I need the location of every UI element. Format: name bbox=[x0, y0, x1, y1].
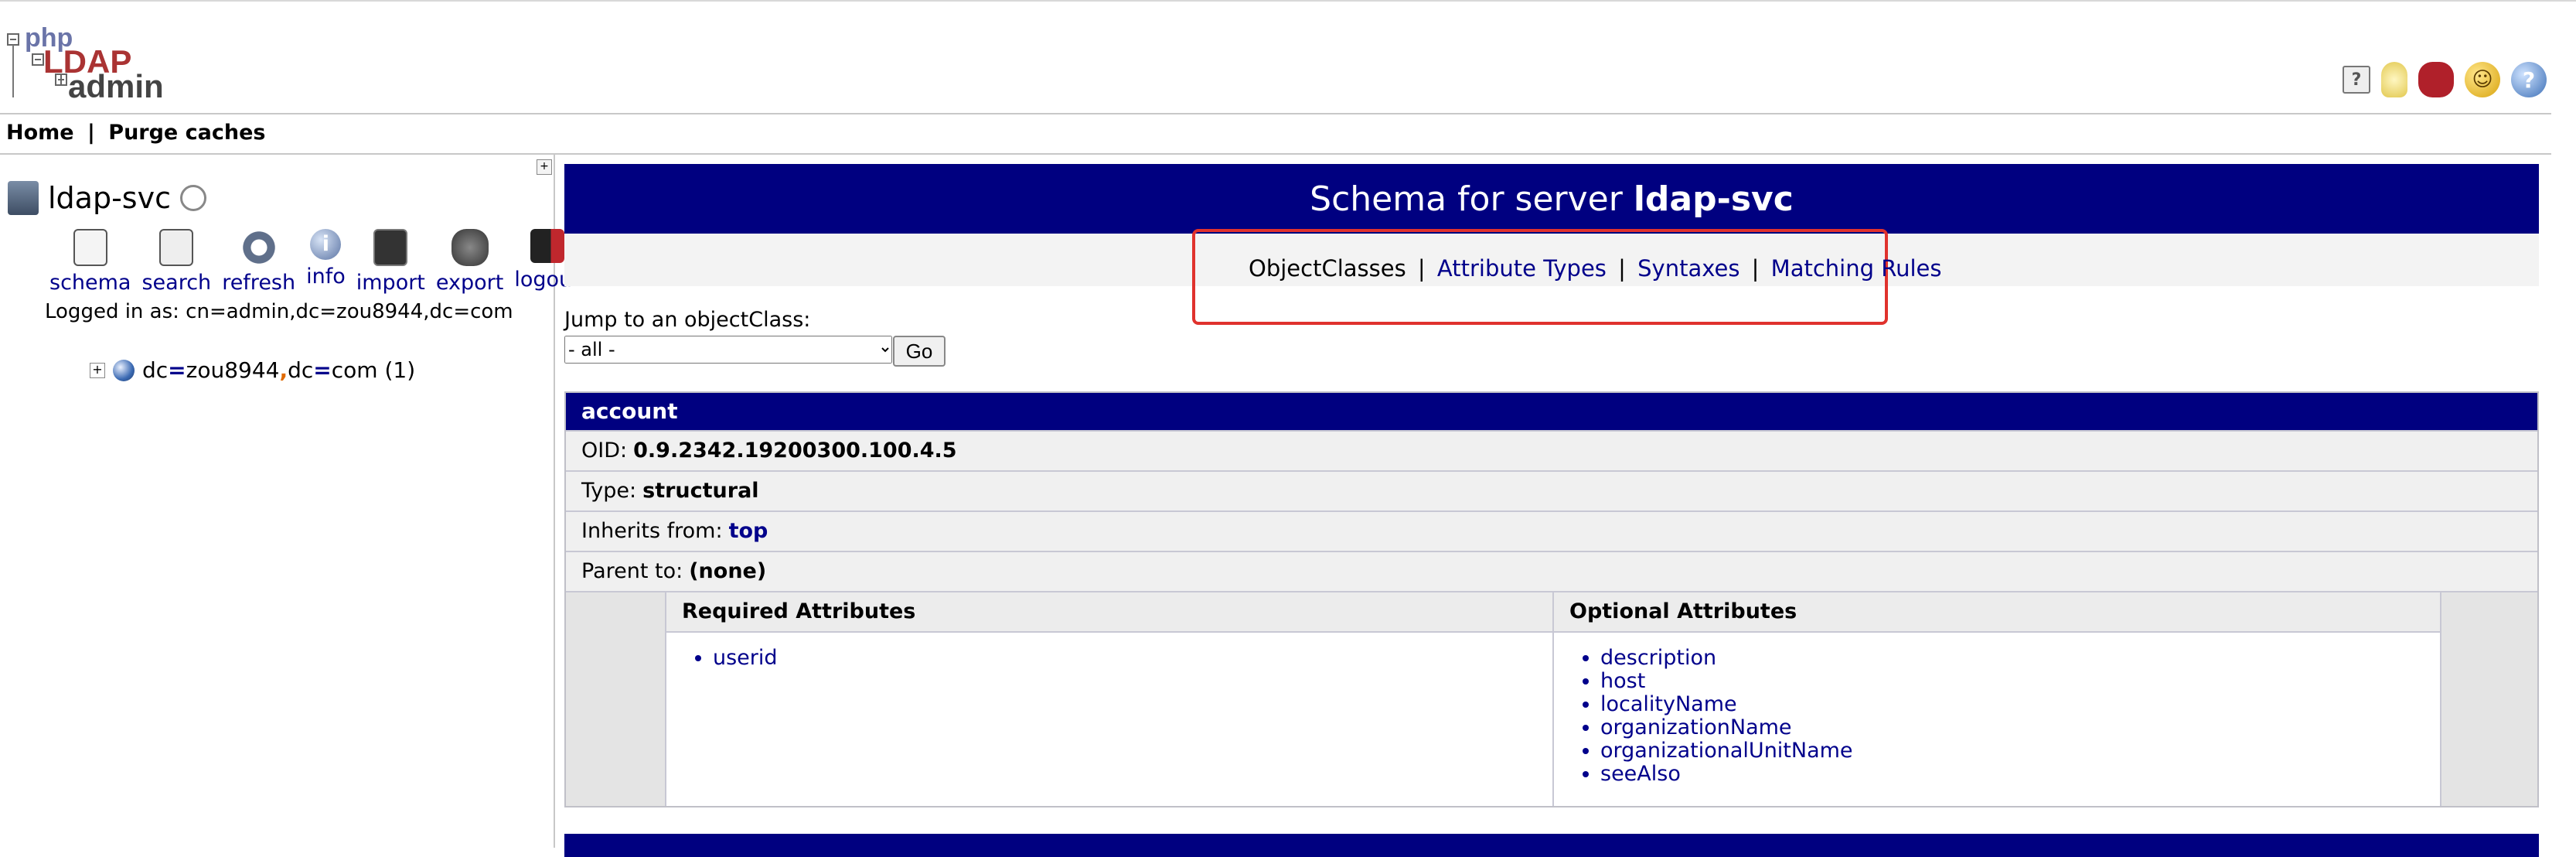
nav-sep: | bbox=[1618, 255, 1626, 282]
home-link[interactable]: Home bbox=[6, 121, 74, 145]
svg-text:admin: admin bbox=[68, 68, 164, 104]
nav-sep: | bbox=[1417, 255, 1426, 282]
optional-header: Optional Attributes bbox=[1554, 592, 2440, 633]
logged-in-as: Logged in as: cn=admin,dc=zou8944,dc=com bbox=[45, 300, 513, 323]
refresh-icon bbox=[240, 229, 278, 266]
schema-icon bbox=[73, 229, 107, 266]
parent-value: (none) bbox=[689, 559, 767, 583]
info-icon: i bbox=[310, 229, 342, 260]
optional-attribute-link[interactable]: host bbox=[1600, 670, 2440, 693]
optional-attribute-link[interactable]: description bbox=[1600, 647, 2440, 670]
type-value: structural bbox=[642, 479, 759, 503]
required-attribute-link[interactable]: userid bbox=[713, 647, 1552, 670]
export-icon bbox=[451, 229, 489, 266]
smiley-icon[interactable]: ☺ bbox=[2465, 62, 2500, 97]
required-header: Required Attributes bbox=[666, 592, 1552, 633]
nav-syntaxes[interactable]: Syntaxes bbox=[1637, 255, 1739, 282]
oid-row: OID: 0.9.2342.19200300.100.4.5 bbox=[566, 430, 2537, 470]
optional-attributes: Optional Attributes descriptionhostlocal… bbox=[1554, 592, 2441, 806]
objectclass-name: account bbox=[566, 393, 2537, 430]
optional-attribute-link[interactable]: localityName bbox=[1600, 693, 2440, 716]
attributes-tail bbox=[2441, 592, 2537, 806]
optional-list: descriptionhostlocalityNameorganizationN… bbox=[1554, 647, 2440, 786]
globe-icon bbox=[113, 359, 135, 381]
server-header: ldap-svc bbox=[8, 181, 206, 215]
donate-icon[interactable]: ? bbox=[2511, 62, 2547, 97]
import-icon bbox=[373, 229, 408, 266]
clock-icon bbox=[179, 185, 206, 211]
attributes-section: Required Attributes userid Optional Attr… bbox=[566, 591, 2537, 806]
inherits-row: Inherits from: top bbox=[566, 510, 2537, 551]
header-divider bbox=[0, 113, 2551, 114]
tool-schema-label[interactable]: schema bbox=[49, 271, 131, 295]
main-panel: Schema for server ldap-svc ObjectClasses… bbox=[564, 164, 2539, 807]
top-menu: Home | Purge caches bbox=[6, 121, 265, 145]
attributes-gutter bbox=[566, 592, 666, 806]
tool-import-label[interactable]: import bbox=[356, 271, 425, 295]
logo-image: php LDAP admin bbox=[7, 23, 164, 104]
parent-label: Parent to: bbox=[581, 559, 683, 583]
help-icon[interactable]: ? bbox=[2343, 66, 2370, 94]
server-name[interactable]: ldap-svc bbox=[48, 181, 171, 215]
server-toolbar: schema search refresh i info import expo… bbox=[49, 229, 591, 295]
optional-attribute-link[interactable]: seeAlso bbox=[1600, 763, 2440, 786]
menu-separator: | bbox=[87, 121, 95, 145]
inherits-link[interactable]: top bbox=[729, 519, 768, 543]
phpldapadmin-logo[interactable]: php LDAP admin bbox=[6, 23, 165, 105]
jump-label: Jump to an objectClass: bbox=[564, 308, 811, 332]
tool-refresh[interactable]: refresh bbox=[222, 229, 295, 295]
light-bulb-icon[interactable] bbox=[2381, 62, 2407, 97]
title-prefix: Schema for server bbox=[1310, 179, 1623, 219]
schema-nav: ObjectClasses | Attribute Types | Syntax… bbox=[1249, 255, 1941, 282]
oid-label: OID: bbox=[581, 439, 628, 463]
tool-schema[interactable]: schema bbox=[49, 229, 131, 295]
nav-objectclasses: ObjectClasses bbox=[1249, 255, 1406, 282]
nav-attribute-types[interactable]: Attribute Types bbox=[1437, 255, 1607, 282]
server-icon bbox=[8, 181, 39, 215]
objectclass-table: account OID: 0.9.2342.19200300.100.4.5 Ty… bbox=[564, 391, 2539, 807]
tool-info-label[interactable]: info bbox=[306, 265, 346, 289]
logout-icon bbox=[530, 229, 565, 263]
expand-node-icon[interactable]: + bbox=[90, 362, 105, 378]
tool-refresh-label[interactable]: refresh bbox=[222, 271, 295, 295]
required-attributes: Required Attributes userid bbox=[666, 592, 1554, 806]
tool-search[interactable]: search bbox=[141, 229, 211, 295]
tree-node-root[interactable]: + dc=zou8944,dc=com (1) bbox=[90, 357, 415, 383]
optional-attribute-link[interactable]: organizationName bbox=[1600, 716, 2440, 739]
next-objectclass-header bbox=[564, 834, 2539, 857]
node-label[interactable]: dc=zou8944,dc=com (1) bbox=[142, 357, 415, 383]
search-icon bbox=[159, 229, 194, 266]
type-row: Type: structural bbox=[566, 470, 2537, 510]
tool-export[interactable]: export bbox=[436, 229, 503, 295]
bug-icon[interactable] bbox=[2418, 62, 2454, 97]
required-list: userid bbox=[666, 647, 1552, 670]
parent-row: Parent to: (none) bbox=[566, 551, 2537, 591]
tool-import[interactable]: import bbox=[356, 229, 425, 295]
nav-matching-rules[interactable]: Matching Rules bbox=[1771, 255, 1942, 282]
optional-attribute-link[interactable]: organizationalUnitName bbox=[1600, 739, 2440, 763]
objectclass-select[interactable]: - all - bbox=[564, 336, 892, 364]
app-header: php LDAP admin ? ☺ ? bbox=[0, 0, 2576, 116]
go-button[interactable]: Go bbox=[893, 336, 946, 367]
tool-export-label[interactable]: export bbox=[436, 271, 503, 295]
purge-caches-link[interactable]: Purge caches bbox=[108, 121, 265, 145]
tool-search-label[interactable]: search bbox=[141, 271, 211, 295]
page-title: Schema for server ldap-svc bbox=[564, 164, 2539, 234]
tree-panel: + ldap-svc schema search refresh i info … bbox=[0, 155, 581, 848]
inherits-label: Inherits from: bbox=[581, 519, 723, 543]
expand-tree-icon[interactable]: + bbox=[537, 159, 552, 175]
title-server: ldap-svc bbox=[1633, 179, 1794, 219]
tool-info[interactable]: i info bbox=[306, 229, 346, 295]
type-label: Type: bbox=[581, 479, 637, 503]
oid-value: 0.9.2342.19200300.100.4.5 bbox=[633, 439, 957, 463]
nav-sep: | bbox=[1751, 255, 1760, 282]
header-icons: ? ☺ ? bbox=[2343, 62, 2547, 97]
